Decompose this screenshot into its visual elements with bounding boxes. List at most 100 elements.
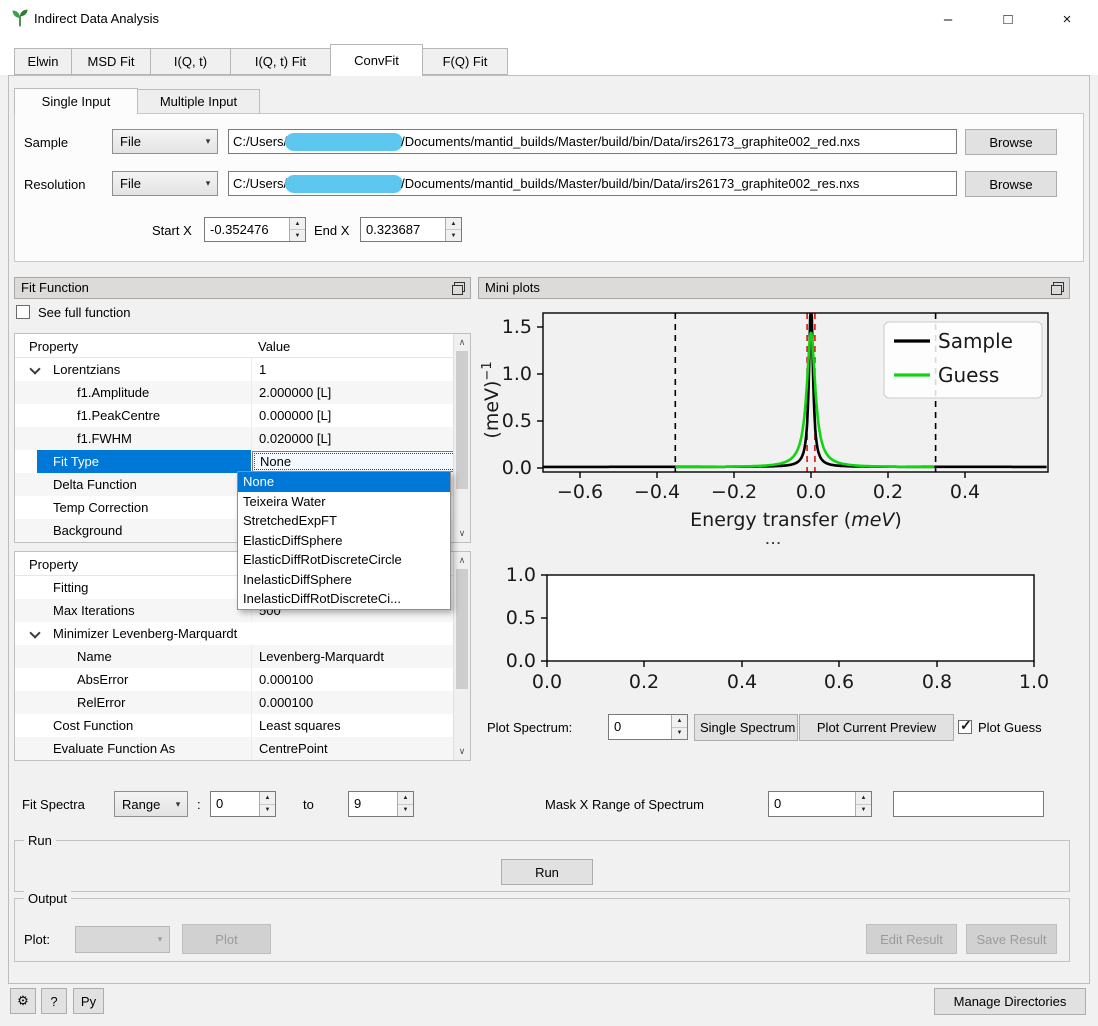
title-bar: Indirect Data Analysis – □ ×	[0, 0, 1098, 38]
mask-spectrum-spinbox[interactable]: 0 ▲▼	[768, 791, 872, 817]
sample-path-input[interactable]: C:/Users//Documents/mantid_builds/Master…	[228, 129, 957, 154]
svg-text:0.0: 0.0	[506, 650, 536, 672]
resolution-browse-button[interactable]: Browse	[965, 171, 1057, 197]
save-result-button: Save Result	[966, 924, 1057, 954]
spinner-buttons[interactable]: ▲▼	[259, 792, 275, 816]
minimize-button[interactable]: –	[926, 5, 970, 33]
table-row-minimizer-name[interactable]: Name Levenberg-Marquardt	[15, 645, 470, 668]
start-x-spinbox[interactable]: -0.352476 ▲▼	[204, 217, 306, 242]
resolution-path-input[interactable]: C:/Users//Documents/mantid_builds/Master…	[228, 171, 957, 196]
tab-elwin[interactable]: Elwin	[14, 48, 72, 75]
fit-spectra-to-spinbox[interactable]: 9 ▲▼	[348, 791, 414, 817]
settings-button[interactable]: ⚙	[10, 988, 36, 1014]
spin-down-icon[interactable]: ▼	[672, 728, 687, 740]
table-row-evaluate-function-as[interactable]: Evaluate Function As CentrePoint	[15, 737, 470, 760]
y-tick-labels: 0.0 0.5 1.0 1.5	[502, 316, 532, 479]
table-row-minimizer[interactable]: Minimizer Levenberg-Marquardt	[15, 622, 470, 645]
dropdown-option-inelasticdiffsphere[interactable]: InelasticDiffSphere	[238, 570, 450, 590]
spinner-buttons[interactable]: ▲▼	[289, 218, 305, 241]
spin-up-icon[interactable]: ▲	[672, 715, 687, 728]
sample-source-combo[interactable]: File ▾	[112, 129, 218, 154]
spin-down-icon[interactable]: ▼	[260, 805, 275, 817]
spin-up-icon[interactable]: ▲	[398, 792, 413, 805]
subtab-multiple-input[interactable]: Multiple Input	[137, 89, 260, 114]
python-export-button[interactable]: Py	[73, 988, 104, 1014]
table-row-peakcentre[interactable]: f1.PeakCentre 0.000000 [L]	[15, 404, 470, 427]
manage-directories-button[interactable]: Manage Directories	[934, 988, 1086, 1015]
x-tick-labels: 0.0 0.2 0.4 0.6 0.8 1.0	[532, 671, 1049, 693]
legend-label-sample: Sample	[938, 329, 1013, 353]
dropdown-option-teixeira-water[interactable]: Teixeira Water	[238, 492, 450, 512]
help-button[interactable]: ?	[41, 988, 67, 1014]
spin-down-icon[interactable]: ▼	[398, 805, 413, 817]
scroll-down-icon[interactable]: ∨	[454, 743, 470, 760]
output-plot-button: Plot	[182, 924, 271, 954]
tab-iqt-fit[interactable]: I(Q, t) Fit	[230, 48, 331, 75]
dropdown-arrow-icon: ▾	[169, 799, 187, 810]
spin-down-icon[interactable]: ▼	[856, 805, 871, 817]
run-button[interactable]: Run	[501, 859, 593, 885]
float-panel-icon[interactable]	[1051, 282, 1064, 295]
dropdown-option-none[interactable]: None	[238, 472, 450, 492]
spinner-buttons[interactable]: ▲▼	[397, 792, 413, 816]
table-row-relerror[interactable]: RelError 0.000100	[15, 691, 470, 714]
scrollbar-thumb[interactable]	[456, 351, 468, 489]
spinner-buttons[interactable]: ▲▼	[671, 715, 687, 739]
float-panel-icon[interactable]	[452, 282, 465, 295]
dropdown-option-inelasticdiffrotdiscretecircle[interactable]: InelasticDiffRotDiscreteCi...	[238, 589, 450, 609]
spin-up-icon[interactable]: ▲	[856, 792, 871, 805]
table-row-cost-function[interactable]: Cost Function Least squares	[15, 714, 470, 737]
plot-spectrum-spinbox[interactable]: 0 ▲▼	[608, 714, 688, 740]
scroll-up-icon[interactable]: ∧	[454, 552, 470, 569]
table-row-fit-type[interactable]: Fit Type None ▾	[15, 450, 470, 473]
redacted-username	[285, 133, 403, 151]
dropdown-option-elasticdiffrotdiscretecircle[interactable]: ElasticDiffRotDiscreteCircle	[238, 550, 450, 570]
spinner-buttons[interactable]: ▲▼	[855, 792, 871, 816]
svg-text:1.0: 1.0	[502, 363, 532, 385]
plot-guess-checkbox[interactable]: ✓	[958, 720, 972, 734]
scrollbar-thumb[interactable]	[456, 569, 468, 689]
mask-range-input[interactable]	[893, 791, 1044, 817]
resolution-source-combo[interactable]: File ▾	[112, 171, 218, 196]
scroll-up-icon[interactable]: ∧	[454, 334, 470, 351]
spinner-buttons[interactable]: ▲▼	[445, 218, 461, 241]
sample-preview-plot: −0.6 −0.4 −0.2 0.0 0.2 0.4 0.0 0.5 1.0 1…	[478, 300, 1078, 555]
scrollbar[interactable]: ∧ ∨	[453, 552, 470, 760]
svg-text:0.4: 0.4	[950, 481, 980, 503]
spin-up-icon[interactable]: ▲	[260, 792, 275, 805]
plot-current-preview-button[interactable]: Plot Current Preview	[799, 714, 954, 741]
svg-text:1.0: 1.0	[1019, 671, 1049, 693]
y-tick-labels: 0.0 0.5 1.0	[506, 564, 536, 672]
plot-guess-label: Plot Guess	[978, 720, 1042, 735]
svg-text:0.6: 0.6	[824, 671, 854, 693]
spin-down-icon[interactable]: ▼	[290, 230, 305, 241]
fit-spectra-from-spinbox[interactable]: 0 ▲▼	[210, 791, 276, 817]
splitter-handle[interactable]: ...	[478, 532, 1070, 548]
table-row-amplitude[interactable]: f1.Amplitude 2.000000 [L]	[15, 381, 470, 404]
spin-down-icon[interactable]: ▼	[446, 230, 461, 241]
tab-convfit[interactable]: ConvFit	[330, 44, 423, 76]
table-row-abserror[interactable]: AbsError 0.000100	[15, 668, 470, 691]
see-full-function-checkbox[interactable]	[16, 305, 30, 319]
tab-msd-fit[interactable]: MSD Fit	[71, 48, 151, 75]
scrollbar[interactable]: ∧ ∨	[453, 334, 470, 542]
sample-browse-button[interactable]: Browse	[965, 129, 1057, 155]
scroll-down-icon[interactable]: ∨	[454, 525, 470, 542]
maximize-button[interactable]: □	[986, 5, 1030, 33]
tab-iqt[interactable]: I(Q, t)	[150, 48, 231, 75]
tab-fq-fit[interactable]: F(Q) Fit	[422, 48, 508, 75]
spin-up-icon[interactable]: ▲	[290, 218, 305, 230]
table-row-fwhm[interactable]: f1.FWHM 0.020000 [L]	[15, 427, 470, 450]
dropdown-option-stretchedexpft[interactable]: StretchedExpFT	[238, 511, 450, 531]
plot-single-spectrum-button[interactable]: Single Spectrum	[694, 714, 798, 741]
end-x-spinbox[interactable]: 0.323687 ▲▼	[360, 217, 462, 242]
spin-up-icon[interactable]: ▲	[446, 218, 461, 230]
dropdown-option-elasticdiffsphere[interactable]: ElasticDiffSphere	[238, 531, 450, 551]
table-row-lorentzians[interactable]: Lorentzians 1	[15, 358, 470, 381]
fit-type-combo[interactable]: None ▾	[252, 451, 465, 472]
fit-spectra-mode-combo[interactable]: Range ▾	[114, 791, 188, 817]
subtab-single-input[interactable]: Single Input	[14, 88, 138, 114]
svg-text:0.0: 0.0	[532, 671, 562, 693]
close-button[interactable]: ×	[1045, 5, 1089, 33]
svg-text:1.5: 1.5	[502, 316, 532, 338]
